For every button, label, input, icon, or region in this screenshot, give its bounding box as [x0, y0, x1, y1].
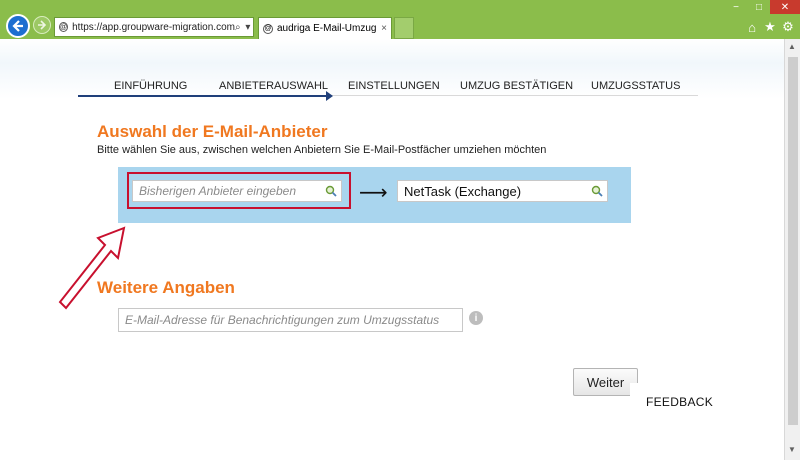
forward-button[interactable]	[33, 16, 51, 34]
address-url: https://app.groupware-migration.com	[72, 21, 235, 33]
back-arrow-icon	[12, 20, 23, 32]
scroll-thumb[interactable]	[788, 57, 798, 425]
browser-tab[interactable]: @ audriga E-Mail-Umzug ×	[258, 17, 392, 39]
star-icon[interactable]: ★	[762, 19, 778, 35]
notification-email-input[interactable]: E-Mail-Adresse für Benachrichtigungen zu…	[118, 308, 463, 332]
step-settings[interactable]: EINSTELLUNGEN	[348, 80, 440, 92]
site-favicon-icon: @	[59, 22, 69, 32]
highlight-frame	[127, 172, 351, 209]
new-tab-button[interactable]	[394, 17, 414, 39]
vertical-scrollbar[interactable]: ▲ ▼	[784, 39, 800, 460]
back-button[interactable]	[6, 14, 30, 38]
step-provider-selection[interactable]: ANBIETERAUSWAHL	[219, 80, 328, 92]
progress-arrow-icon	[326, 91, 333, 101]
address-controls[interactable]: ⌕ ▾ 🔒 ↻	[235, 22, 253, 33]
right-arrow-icon: ⟶	[359, 182, 388, 204]
step-confirm[interactable]: UMZUG BESTÄTIGEN	[460, 80, 573, 92]
window-close-button[interactable]: ✕	[770, 0, 800, 14]
tab-title: audriga E-Mail-Umzug	[277, 23, 377, 34]
address-bar[interactable]: @ https://app.groupware-migration.com ⌕ …	[54, 17, 254, 37]
window-minimize-button[interactable]: −	[726, 0, 746, 14]
progress-fill	[78, 95, 328, 97]
tab-close-icon[interactable]: ×	[381, 23, 391, 34]
info-icon[interactable]: i	[469, 311, 483, 325]
step-status[interactable]: UMZUGSSTATUS	[591, 80, 680, 92]
scroll-up-icon[interactable]: ▲	[788, 42, 796, 51]
feedback-button[interactable]: FEEDBACK	[630, 383, 729, 421]
search-icon[interactable]	[591, 185, 603, 197]
gear-icon[interactable]: ⚙	[780, 19, 796, 35]
browser-chrome: @ https://app.groupware-migration.com ⌕ …	[0, 0, 800, 40]
wizard-steps: EINFÜHRUNG ANBIETERAUSWAHL EINSTELLUNGEN…	[78, 80, 698, 100]
notification-email-placeholder: E-Mail-Adresse für Benachrichtigungen zu…	[125, 313, 440, 327]
target-provider-value: NetTask (Exchange)	[404, 183, 522, 199]
home-icon[interactable]: ⌂	[744, 19, 760, 35]
pointer-arrow-icon	[58, 226, 126, 310]
section-subtitle: Bitte wählen Sie aus, zwischen welchen A…	[97, 144, 547, 156]
window-maximize-button[interactable]: □	[749, 0, 769, 14]
tab-favicon-icon: @	[263, 23, 273, 34]
scroll-down-icon[interactable]: ▼	[788, 445, 796, 454]
target-provider-input[interactable]: NetTask (Exchange)	[397, 180, 608, 202]
section-heading-more: Weitere Angaben	[97, 278, 235, 297]
next-button[interactable]: Weiter	[573, 368, 638, 396]
section-heading-providers: Auswahl der E-Mail-Anbieter	[97, 122, 328, 141]
step-introduction[interactable]: EINFÜHRUNG	[114, 80, 187, 92]
forward-arrow-icon	[38, 20, 47, 30]
